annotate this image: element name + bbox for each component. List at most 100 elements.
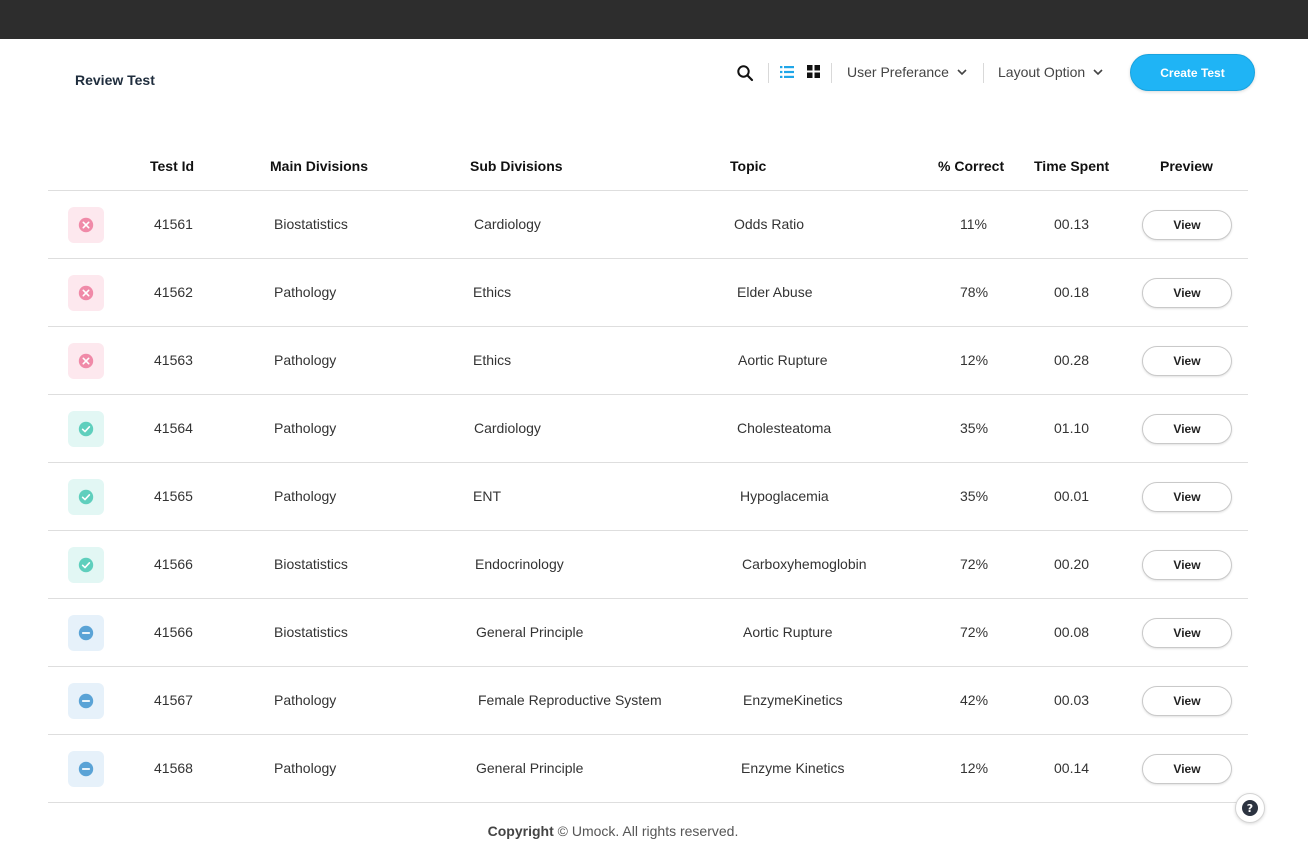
test-id-cell: 41566: [154, 556, 193, 572]
column-header-preview: Preview: [1160, 158, 1213, 174]
main-division-cell: Pathology: [274, 488, 337, 504]
table-row: 41562 Pathology Ethics Elder Abuse 78% 00.18 V…: [48, 259, 1248, 327]
layout-option-dropdown[interactable]: Layout Option: [998, 64, 1104, 80]
topic-cell: Elder Abuse: [737, 284, 813, 300]
toolbar-divider: [768, 63, 769, 83]
percent-correct-cell: 35%: [960, 488, 989, 504]
percent-correct-cell: 42%: [960, 692, 989, 708]
view-button[interactable]: View: [1142, 618, 1232, 648]
main-division-cell: Pathology: [274, 284, 337, 300]
test-id-cell: 41567: [154, 692, 193, 708]
test-id-cell: 41561: [154, 216, 193, 232]
test-id-cell: 41564: [154, 420, 193, 436]
table-row: 41568 Pathology General Principle Enzyme Ki…: [48, 735, 1248, 803]
column-header-time-spent: Time Spent: [1034, 158, 1110, 174]
percent-correct-cell: 78%: [960, 284, 989, 300]
view-button[interactable]: View: [1142, 754, 1232, 784]
status-badge: [68, 615, 104, 651]
topic-cell: Aortic Rupture: [738, 352, 828, 368]
user-preference-dropdown[interactable]: User Preferance: [847, 64, 968, 80]
view-button[interactable]: View: [1142, 346, 1232, 376]
status-badge: [68, 683, 104, 719]
copyright-text: © Umock. All rights reserved.: [557, 823, 739, 839]
view-button[interactable]: View: [1142, 482, 1232, 512]
check-circle-icon: [78, 489, 94, 505]
toolbar: User Preferance Layout Option Create Tes…: [0, 54, 1308, 92]
topic-cell: Enzyme Kinetics: [741, 760, 845, 776]
sub-division-cell: Female Reproductive System: [478, 692, 662, 708]
table-header: Test Id Main Divisions Sub Divisions Top…: [48, 146, 1248, 191]
time-spent-cell: 00.01: [1054, 488, 1090, 504]
footer-copyright: Copyright © Umock. All rights reserved.: [0, 823, 1226, 839]
view-button[interactable]: View: [1142, 210, 1232, 240]
topic-cell: Odds Ratio: [734, 216, 805, 232]
sub-division-cell: Endocrinology: [475, 556, 564, 572]
grid-view-icon[interactable]: [807, 65, 820, 78]
table-row: 41563 Pathology Ethics Aortic Rupture 12% 00.…: [48, 327, 1248, 395]
create-test-button[interactable]: Create Test: [1130, 54, 1255, 91]
help-button[interactable]: ?: [1235, 793, 1265, 823]
sub-division-cell: General Principle: [476, 624, 584, 640]
main-division-cell: Biostatistics: [274, 216, 348, 232]
percent-correct-cell: 11%: [960, 216, 987, 232]
test-id-cell: 41566: [154, 624, 193, 640]
main-division-cell: Biostatistics: [274, 624, 348, 640]
view-button[interactable]: View: [1142, 414, 1232, 444]
main-division-cell: Pathology: [274, 760, 337, 776]
status-badge: [68, 479, 104, 515]
sub-division-cell: Cardiology: [474, 420, 541, 436]
review-test-table: Test Id Main Divisions Sub Divisions Top…: [48, 146, 1248, 803]
column-header-main-divisions: Main Divisions: [270, 158, 369, 174]
column-header-test-id: Test Id: [150, 158, 195, 174]
topic-cell: Aortic Rupture: [743, 624, 833, 640]
percent-correct-cell: 12%: [960, 760, 989, 776]
table-row: 41561 Biostatistics Cardiology Odds Ratio 11…: [48, 191, 1248, 259]
percent-correct-cell: 72%: [960, 556, 989, 572]
test-id-cell: 41568: [154, 760, 193, 776]
percent-correct-cell: 12%: [960, 352, 989, 368]
time-spent-cell: 00.14: [1054, 760, 1090, 776]
table-body: 41561 Biostatistics Cardiology Odds Ratio 11…: [48, 191, 1248, 803]
minus-circle-icon: [78, 761, 94, 777]
status-badge: [68, 411, 104, 447]
percent-correct-cell: 35%: [960, 420, 989, 436]
time-spent-cell: 00.03: [1054, 692, 1090, 708]
table-row: 41566 Biostatistics General Principle Aorti…: [48, 599, 1248, 667]
user-preference-label: User Preferance: [847, 64, 949, 80]
time-spent-cell: 00.08: [1054, 624, 1090, 640]
view-button[interactable]: View: [1142, 550, 1232, 580]
main-division-cell: Biostatistics: [274, 556, 348, 572]
column-header-topic: Topic: [730, 158, 767, 174]
search-icon[interactable]: [736, 64, 754, 82]
topic-cell: Cholesteatoma: [737, 420, 832, 436]
sub-division-cell: General Principle: [476, 760, 584, 776]
time-spent-cell: 00.20: [1054, 556, 1090, 572]
x-circle-icon: [78, 353, 94, 369]
test-id-cell: 41563: [154, 352, 193, 368]
main-division-cell: Pathology: [274, 352, 337, 368]
time-spent-cell: 00.18: [1054, 284, 1090, 300]
layout-option-label: Layout Option: [998, 64, 1086, 80]
main-division-cell: Pathology: [274, 420, 337, 436]
topic-cell: Hypoglacemia: [740, 488, 829, 504]
topic-cell: EnzymeKinetics: [743, 692, 843, 708]
sub-division-cell: Ethics: [473, 352, 512, 368]
sub-division-cell: ENT: [473, 488, 501, 504]
x-circle-icon: [78, 217, 94, 233]
toolbar-divider: [831, 63, 832, 83]
sub-division-cell: Cardiology: [474, 216, 541, 232]
table-row: 41565 Pathology ENT Hypoglacemia 35% 00.01 Vie…: [48, 463, 1248, 531]
table-row: 41566 Biostatistics Endocrinology Carboxyhe…: [48, 531, 1248, 599]
view-button[interactable]: View: [1142, 278, 1232, 308]
table-row: 41567 Pathology Female Reproductive System…: [48, 667, 1248, 735]
minus-circle-icon: [78, 625, 94, 641]
top-bar: [0, 0, 1308, 39]
column-header-sub-divisions: Sub Divisions: [470, 158, 563, 174]
status-badge: [68, 343, 104, 379]
table-row: 41564 Pathology Cardiology Cholesteatoma 35%…: [48, 395, 1248, 463]
list-view-icon[interactable]: [780, 65, 794, 79]
view-button[interactable]: View: [1142, 686, 1232, 716]
check-circle-icon: [78, 421, 94, 437]
test-id-cell: 41565: [154, 488, 193, 504]
sub-division-cell: Ethics: [473, 284, 512, 300]
